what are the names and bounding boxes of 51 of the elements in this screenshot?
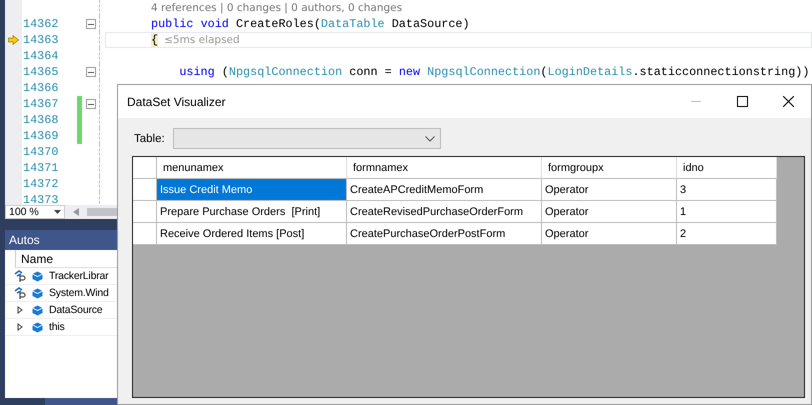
object-icon — [32, 322, 43, 332]
expand-arrow-icon[interactable] — [17, 323, 23, 331]
table-cell[interactable]: CreatePurchaseOrderPostForm — [347, 223, 542, 245]
line-number: 14373 — [22, 193, 60, 207]
code-line: public void CreateRoles(DataTable DataSource) — [151, 16, 470, 32]
object-icon — [32, 304, 43, 316]
dropdown-caret-icon[interactable] — [54, 210, 61, 214]
object-icon — [32, 270, 43, 282]
table-cell[interactable]: 3 — [677, 179, 777, 201]
expand-arrow-icon[interactable] — [17, 306, 23, 314]
table-cell[interactable]: Prepare Purchase Orders [Print] — [157, 201, 347, 223]
line-number: 14364 — [22, 49, 60, 63]
code-line: using (NpgsqlConnection conn = new NpgsqlConnection(LoginDetails.staticconnectionstring)) — [178, 64, 810, 80]
table-cell[interactable]: Issue Credit Memo — [157, 179, 347, 201]
chevron-down-icon — [424, 136, 435, 142]
collapse-icon[interactable] — [86, 19, 96, 29]
table-cell[interactable]: CreateRevisedPurchaseOrderForm — [347, 201, 542, 223]
close-icon — [782, 96, 794, 107]
variable-name: this — [49, 321, 65, 333]
object-icon — [32, 288, 43, 298]
table-label: Table: — [134, 132, 165, 144]
line-number: 14371 — [22, 161, 60, 175]
code-line: { ≤5ms elapsed — [151, 32, 240, 48]
line-number: 14366 — [22, 81, 60, 95]
collapse-icon[interactable] — [86, 99, 96, 109]
line-number: 14363 — [22, 33, 60, 47]
zoom-dropdown[interactable]: 100 % — [5, 205, 65, 219]
minimize-icon — [691, 101, 701, 102]
table-cell[interactable]: 2 — [677, 223, 777, 245]
variable-name: System.Wind — [49, 287, 109, 299]
variable-name: DataSource — [49, 304, 102, 316]
variable-name: TrackerLibrar — [49, 270, 108, 282]
table-cell[interactable]: 1 — [677, 201, 777, 223]
table-cell[interactable]: Operator — [542, 223, 677, 245]
window-title: DataSet Visualizer — [127, 94, 226, 108]
property-icon — [14, 270, 26, 282]
line-number: 14365 — [22, 65, 60, 79]
collapse-icon[interactable] — [86, 67, 96, 77]
code-lens[interactable]: 4 references | 0 changes | 0 authors, 0 changes — [151, 0, 402, 16]
table-cell[interactable]: Operator — [542, 179, 677, 201]
table-cell[interactable]: CreateAPCreditMemoForm — [347, 179, 542, 201]
line-number: 14367 — [22, 97, 60, 111]
line-number: 14369 — [22, 129, 60, 143]
line-number: 14370 — [22, 145, 60, 159]
line-number: 14372 — [22, 177, 60, 191]
maximize-icon — [736, 96, 748, 107]
table-cell[interactable]: Receive Ordered Items [Post] — [157, 223, 347, 245]
table-cell[interactable]: Operator — [542, 201, 677, 223]
property-icon — [14, 287, 26, 299]
line-number: 14368 — [22, 113, 60, 127]
line-number: 14362 — [22, 17, 60, 31]
